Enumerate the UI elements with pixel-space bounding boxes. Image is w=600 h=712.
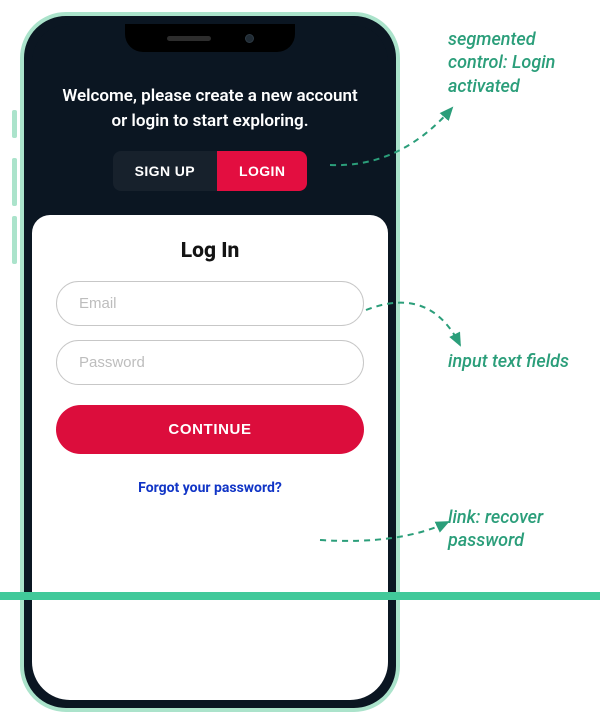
signup-tab[interactable]: SIGN UP xyxy=(113,151,217,191)
password-field[interactable] xyxy=(56,340,364,385)
welcome-text: Welcome, please create a new account or … xyxy=(60,84,360,133)
card-title: Log In xyxy=(56,239,364,263)
phone-mute-switch xyxy=(12,110,17,138)
camera-icon xyxy=(245,34,254,43)
login-tab[interactable]: LOGIN xyxy=(217,151,307,191)
phone-volume-down xyxy=(12,216,17,264)
email-field[interactable] xyxy=(56,281,364,326)
annotation-forgot: link: recover password xyxy=(448,506,598,553)
annotation-inputs: input text fields xyxy=(448,350,598,373)
auth-header: Welcome, please create a new account or … xyxy=(32,24,388,213)
annotation-segmented: segmented control: Login activated xyxy=(448,28,598,98)
ground-bar xyxy=(0,592,600,600)
speaker-icon xyxy=(167,36,211,41)
phone-notch xyxy=(125,24,295,52)
continue-button[interactable]: CONTINUE xyxy=(56,405,364,454)
auth-segmented-control: SIGN UP LOGIN xyxy=(113,151,308,191)
phone-frame: Welcome, please create a new account or … xyxy=(20,12,400,712)
phone-volume-up xyxy=(12,158,17,206)
forgot-password-link[interactable]: Forgot your password? xyxy=(56,480,364,496)
login-card: Log In CONTINUE Forgot your password? xyxy=(32,215,388,700)
